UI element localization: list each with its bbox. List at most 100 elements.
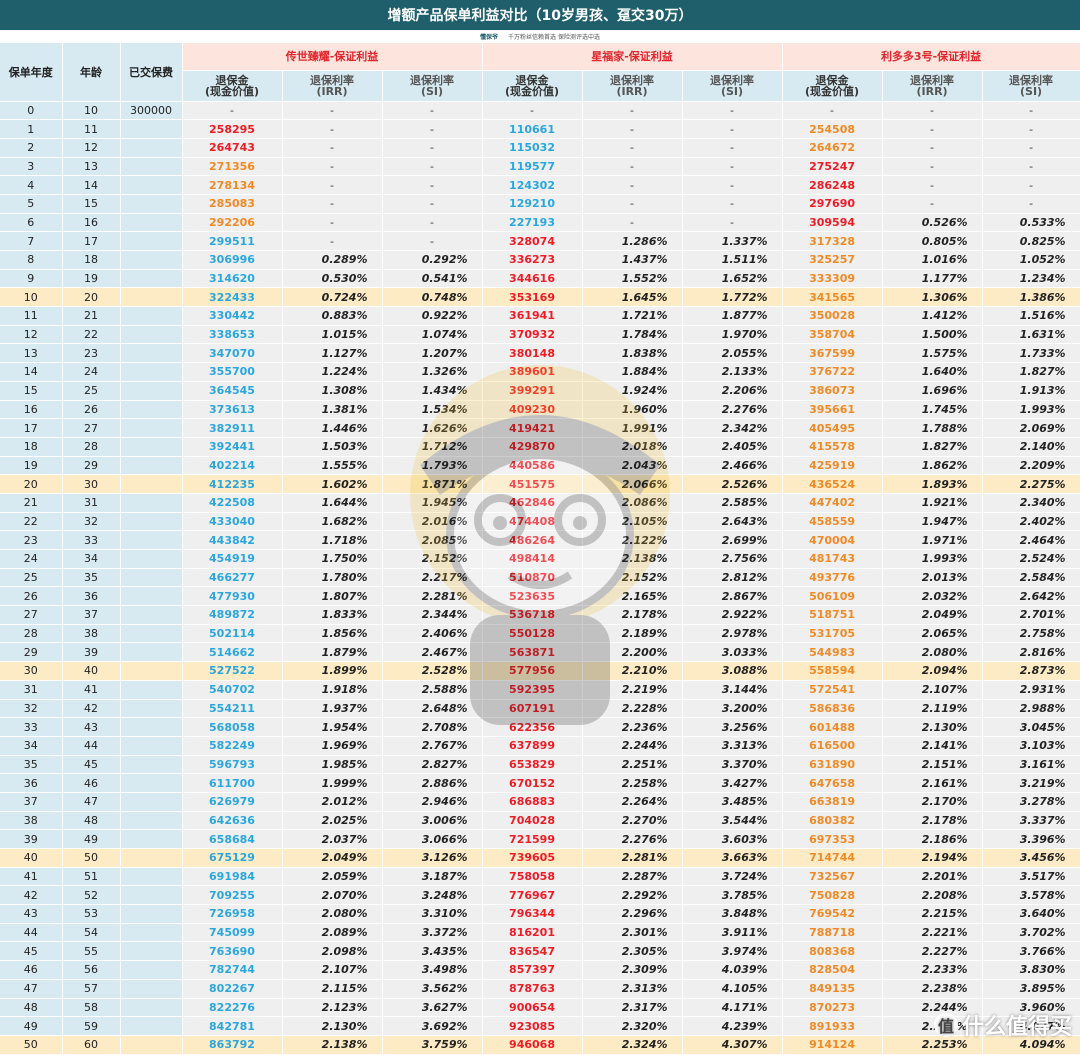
cell-paid <box>120 287 183 308</box>
subcol-header-si-p2: 退保利率 (SI) <box>682 70 783 102</box>
subcol-header-si-p1: 退保利率 (SI) <box>382 70 483 102</box>
cell-cash-value-p3: 544983 <box>782 642 883 663</box>
cell-si-p3: 3.337% <box>982 811 1080 831</box>
cell-policy-year: 11 <box>0 306 63 326</box>
cell-si-p1: 3.692% <box>382 1016 483 1036</box>
cell-si-p2: 3.485% <box>682 792 783 812</box>
cell-irr-p1: 2.080% <box>282 904 383 924</box>
table-row: 47 57 802267 2.115% 3.562% 878763 2.313% 4.105%… <box>0 979 1080 999</box>
cell-cash-value-p1: 392441 <box>182 437 283 457</box>
cell-cash-value-p1: 514662 <box>182 642 283 663</box>
cell-irr-p1: 2.059% <box>282 867 383 887</box>
cell-si-p3: 3.456% <box>982 848 1080 868</box>
cell-si-p2: 3.313% <box>682 736 783 756</box>
corner-logo: 值 什么值得买 <box>933 1009 1072 1041</box>
cell-irr-p3: 1.993% <box>882 549 983 569</box>
table-row: 1 11 258295- -110661- -254508- - <box>0 119 1080 139</box>
cell-paid <box>120 213 183 233</box>
cell-policy-year: 8 <box>0 250 63 270</box>
cell-paid <box>120 138 183 158</box>
cell-cash-value-p3: 891933 <box>782 1016 883 1036</box>
cell-policy-year: 14 <box>0 362 63 382</box>
cell-si-p1: 2.708% <box>382 717 483 737</box>
cell-cash-value-p3: 317328 <box>782 231 883 251</box>
cell-irr-p3: 2.201% <box>882 867 983 887</box>
cell-paid <box>120 512 183 532</box>
cell-policy-year: 35 <box>0 755 63 775</box>
cell-si-p2: - <box>682 138 783 158</box>
cell-policy-year: 29 <box>0 642 63 663</box>
cell-irr-p3: 2.107% <box>882 680 983 700</box>
cell-paid <box>120 661 183 681</box>
cell-si-p2: 2.055% <box>682 343 783 364</box>
cell-age: 30 <box>62 474 121 494</box>
cell-si-p1: 1.871% <box>382 474 483 494</box>
cell-cash-value-p1: 258295 <box>182 119 283 139</box>
cell-si-p1: 3.562% <box>382 979 483 999</box>
cell-irr-p2: 2.270% <box>582 811 683 831</box>
cell-irr-p3: 2.049% <box>882 605 983 625</box>
cell-policy-year: 1 <box>0 119 63 139</box>
cell-age: 18 <box>62 250 121 270</box>
cell-irr-p2: 2.200% <box>582 642 683 663</box>
table-row: 14 24 355700 1.224% 1.326% 389601 1.884% 2.133%… <box>0 362 1080 382</box>
cell-irr-p1: 1.969% <box>282 736 383 756</box>
cell-irr-p3: 2.233% <box>882 960 983 980</box>
cell-irr-p3: 2.151% <box>882 755 983 775</box>
cell-cash-value-p2: 344616 <box>482 269 583 289</box>
cell-irr-p1: 2.070% <box>282 885 383 906</box>
cell-cash-value-p2: 758058 <box>482 867 583 887</box>
cell-irr-p2: 2.178% <box>582 605 683 625</box>
cell-paid <box>120 586 183 607</box>
cell-si-p1: 3.248% <box>382 885 483 906</box>
cell-si-p3: 1.234% <box>982 269 1080 289</box>
subcol-header-irr-p2: 退保利率 (IRR) <box>582 70 683 102</box>
cell-si-p2: 3.724% <box>682 867 783 887</box>
cell-irr-p2: 2.018% <box>582 437 683 457</box>
cell-irr-p1: - <box>282 213 383 233</box>
table-row: 23 33 443842 1.718% 2.085% 486264 2.122% 2.699%… <box>0 530 1080 550</box>
cell-cash-value-p1: 264743 <box>182 138 283 158</box>
cell-age: 53 <box>62 904 121 924</box>
cell-policy-year: 44 <box>0 923 63 943</box>
cell-si-p3: 3.702% <box>982 923 1080 943</box>
cell-si-p1: - <box>382 175 483 195</box>
cell-si-p2: 2.867% <box>682 586 783 607</box>
cell-cash-value-p3: 558594 <box>782 661 883 681</box>
cell-paid <box>120 175 183 195</box>
brand-name: 懂保爷 <box>480 34 499 41</box>
cell-policy-year: 50 <box>0 1035 63 1055</box>
cell-policy-year: 23 <box>0 530 63 550</box>
subcol-header-line1: 退保利率 <box>910 73 955 87</box>
cell-cash-value-p3: 358704 <box>782 325 883 345</box>
cell-irr-p1: 1.856% <box>282 624 383 644</box>
cell-cash-value-p3: 714744 <box>782 848 883 868</box>
cell-irr-p2: 1.552% <box>582 269 683 289</box>
cell-si-p1: 2.946% <box>382 792 483 812</box>
cell-paid <box>120 923 183 943</box>
cell-cash-value-p1: 306996 <box>182 250 283 270</box>
cell-irr-p1: 1.807% <box>282 586 383 607</box>
cell-age: 49 <box>62 829 121 849</box>
cell-si-p1: 1.207% <box>382 343 483 364</box>
cell-cash-value-p2: 124302 <box>482 175 583 195</box>
cell-si-p3: 3.830% <box>982 960 1080 980</box>
cell-age: 56 <box>62 960 121 980</box>
cell-paid <box>120 979 183 999</box>
cell-si-p3: 0.825% <box>982 231 1080 251</box>
cell-cash-value-p1: 527522 <box>182 661 283 681</box>
cell-cash-value-p1: 278134 <box>182 175 283 195</box>
cell-irr-p1: 2.138% <box>282 1035 383 1055</box>
cell-si-p2: 3.427% <box>682 773 783 793</box>
cell-si-p1: 2.016% <box>382 512 483 532</box>
cell-si-p3: 2.209% <box>982 456 1080 476</box>
cell-cash-value-p3: 481743 <box>782 549 883 569</box>
cell-irr-p1: 1.780% <box>282 568 383 588</box>
cell-cash-value-p3: 297690 <box>782 194 883 214</box>
cell-paid <box>120 1016 183 1036</box>
cell-irr-p3: 2.238% <box>882 979 983 999</box>
cell-age: 38 <box>62 624 121 644</box>
cell-cash-value-p3: 732567 <box>782 867 883 887</box>
cell-policy-year: 36 <box>0 773 63 793</box>
cell-cash-value-p1: 675129 <box>182 848 283 868</box>
